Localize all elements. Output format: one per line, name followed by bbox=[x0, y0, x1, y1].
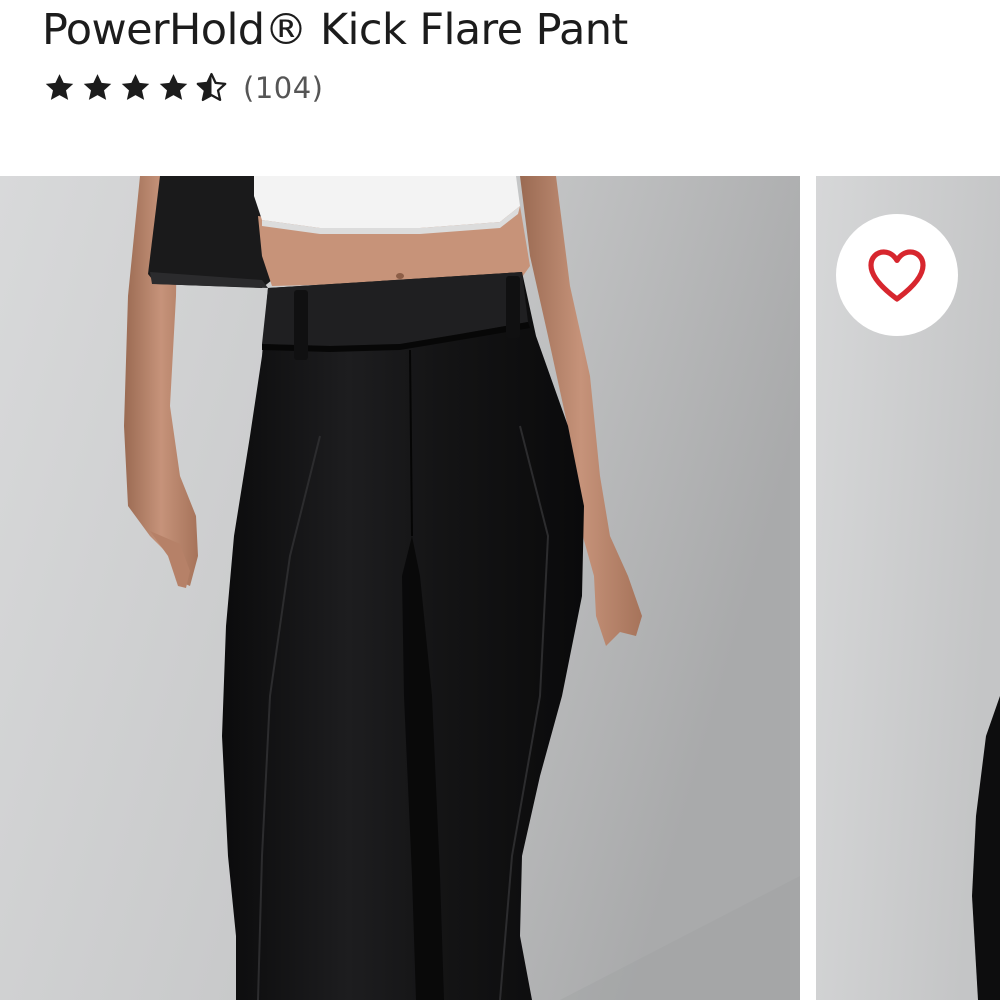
add-to-wishlist-button[interactable] bbox=[836, 214, 958, 336]
star-icon bbox=[42, 71, 77, 105]
product-rating[interactable]: (104) bbox=[42, 66, 323, 110]
star-icon bbox=[156, 71, 191, 105]
product-title: PowerHold® Kick Flare Pant bbox=[42, 5, 628, 55]
product-image-main[interactable] bbox=[0, 176, 800, 1000]
star-icon bbox=[118, 71, 153, 105]
rating-stars bbox=[42, 71, 229, 105]
review-count[interactable]: (104) bbox=[243, 66, 323, 110]
product-page: PowerHold® Kick Flare Pant (104) bbox=[0, 0, 1000, 1000]
image-carousel[interactable] bbox=[0, 176, 1000, 1000]
star-icon bbox=[80, 71, 115, 105]
star-half-icon bbox=[194, 71, 229, 105]
heart-outline-icon bbox=[865, 246, 929, 304]
